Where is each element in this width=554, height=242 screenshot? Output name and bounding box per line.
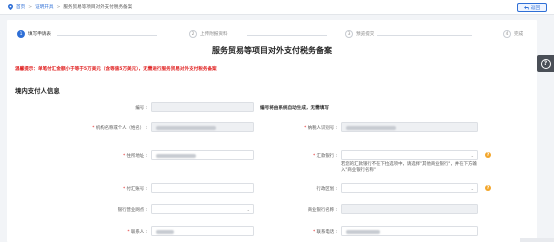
scroll-area	[520, 238, 554, 242]
bank-note: 若您的汇款银行不在下拉选项中，请选择"其他商业银行"，并在下方输入"商业银行名称…	[341, 162, 477, 173]
bank-label: * 汇款银行 :	[312, 154, 337, 159]
bianhao-label: 编号 :	[135, 106, 147, 111]
warning-notice: 温馨提示：单笔付汇金额小于等于5万美元（含等值5万美元），无需进行服务贸易对外支…	[15, 67, 217, 72]
question-circle-icon[interactable]: ?	[485, 185, 491, 191]
step-number: 3	[345, 30, 353, 38]
bianhao-field	[151, 102, 254, 112]
step-4: 4 完成	[503, 30, 527, 38]
step-1: 1 填写申请表	[17, 30, 54, 38]
breadcrumb-separator: >	[56, 4, 61, 10]
breadcrumb-current: 服务贸易等项目对外支付税务备案	[63, 5, 133, 10]
step-3: 3 预览提交	[345, 30, 378, 38]
contact-input[interactable]	[151, 226, 254, 236]
account-input[interactable]	[151, 183, 254, 193]
question-circle-icon: ?	[540, 58, 551, 69]
yinhang-select[interactable]: ⌄	[151, 204, 254, 214]
address-label: * 住所地址 :	[122, 154, 147, 159]
step-label: 完成	[514, 32, 524, 37]
shangye-field	[341, 204, 478, 214]
question-circle-icon[interactable]: ?	[485, 152, 491, 158]
hangbie-select[interactable]: ⌄	[341, 183, 478, 193]
breadcrumb: 首页 > 证明开具 > 服务贸易等项目对外支付税务备案	[8, 4, 132, 10]
chevron-down-icon: ⌄	[470, 186, 474, 191]
step-number: 1	[17, 30, 25, 38]
step-divider	[57, 34, 157, 36]
step-number: 4	[503, 30, 511, 38]
chevron-down-icon: ⌄	[246, 207, 250, 212]
breadcrumb-home[interactable]: 首页	[16, 4, 25, 10]
back-button[interactable]: 返回	[517, 3, 547, 12]
breadcrumb-separator: >	[28, 4, 33, 10]
breadcrumb-certificate[interactable]: 证明开具	[35, 4, 53, 10]
top-bar: 首页 > 证明开具 > 服务贸易等项目对外支付税务备案 返回	[0, 0, 554, 15]
back-button-label: 返回	[530, 5, 541, 11]
shangye-label: 商业银行名称 :	[307, 208, 337, 213]
yinhang-label: 银行营业网点 :	[117, 208, 147, 213]
step-label: 预览提交	[356, 32, 375, 37]
location-pin-icon	[8, 4, 13, 10]
step-divider	[247, 34, 327, 36]
jigou-field	[151, 122, 254, 132]
return-arrow-icon	[523, 5, 529, 10]
step-divider	[377, 34, 472, 36]
shuiwu-field	[341, 122, 478, 132]
step-progress: 1 填写申请表 2 上传附报资料 3 预览提交 4 完成	[17, 30, 527, 40]
chevron-down-icon: ⌄	[470, 153, 474, 158]
bianhao-note: 编号将由系统自动生成，无需填写	[260, 106, 329, 111]
step-number: 2	[189, 30, 197, 38]
hangbie-label: 行政区划 :	[316, 187, 337, 192]
step-label: 填写申请表	[28, 32, 51, 37]
account-label: * 付汇账号 :	[122, 187, 147, 192]
shuiwu-label: * 纳税人识别号 :	[304, 126, 337, 131]
page-title: 服务贸易等项目对外支付税务备案	[212, 46, 332, 55]
bank-select[interactable]: ⌄	[341, 150, 478, 160]
section-heading: 境内支付人信息	[15, 87, 60, 95]
contact-label: * 联系人 :	[127, 230, 147, 235]
form-card: 1 填写申请表 2 上传附报资料 3 预览提交 4 完成 服务贸易等项目对外支付…	[7, 20, 537, 242]
phone-input[interactable]	[341, 226, 478, 236]
step-label: 上传附报资料	[200, 32, 228, 37]
address-input[interactable]	[151, 150, 254, 160]
phone-label: * 联系电话 :	[312, 230, 337, 235]
step-2: 2 上传附报资料	[189, 30, 231, 38]
help-float-button[interactable]: ?	[537, 55, 554, 72]
jigou-label: * 机构名称或个人（姓名） :	[92, 126, 147, 131]
